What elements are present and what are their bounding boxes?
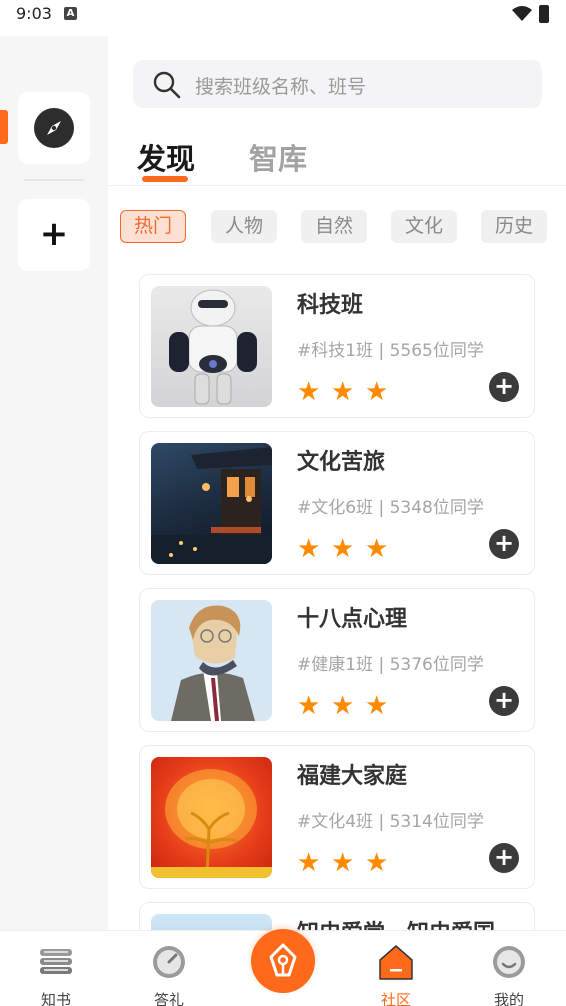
nav-item-mine[interactable]: 我的 bbox=[469, 937, 549, 1006]
nav-label-community: 社区 bbox=[380, 991, 411, 1006]
books-icon bbox=[40, 949, 72, 974]
search-icon bbox=[153, 71, 181, 99]
nav-item-answer[interactable]: 答礼 bbox=[129, 937, 209, 1006]
sidebar-item-discover[interactable] bbox=[18, 92, 90, 164]
star-icon: ★ bbox=[365, 534, 389, 564]
class-card[interactable]: 文化苦旅 #文化6班 | 5348位同学 ★ ★ ★ + bbox=[139, 431, 535, 575]
class-title: 福建大家庭 bbox=[297, 764, 408, 789]
nav-label-answer: 答礼 bbox=[153, 991, 184, 1006]
compass-icon bbox=[34, 108, 74, 148]
sidebar-item-add[interactable]: + bbox=[18, 199, 90, 271]
class-thumbnail bbox=[151, 914, 272, 930]
tab-discover[interactable]: 发现 bbox=[137, 136, 195, 178]
class-title: 十八点心理 bbox=[297, 607, 408, 632]
sidebar: + bbox=[0, 36, 108, 930]
tab-bar: 发现 智库 bbox=[108, 134, 566, 186]
notification-icon: A bbox=[64, 7, 77, 20]
class-meta: #文化6班 | 5348位同学 bbox=[297, 498, 484, 518]
house-icon bbox=[379, 945, 413, 980]
star-icon: ★ bbox=[331, 534, 355, 564]
class-card[interactable]: 福建大家庭 #文化4班 | 5314位同学 ★ ★ ★ + bbox=[139, 745, 535, 889]
nav-label-books: 知书 bbox=[40, 991, 71, 1006]
status-time: 9:03 bbox=[16, 4, 52, 23]
gauge-icon bbox=[153, 946, 185, 978]
class-card[interactable]: 知史爱党，知史爱国 bbox=[139, 902, 535, 930]
class-title: 知史爱党，知史爱国 bbox=[297, 915, 495, 930]
star-icon: ★ bbox=[331, 377, 355, 407]
search-placeholder: 搜索班级名称、班号 bbox=[195, 76, 367, 98]
star-icon: ★ bbox=[365, 377, 389, 407]
class-meta: #健康1班 | 5376位同学 bbox=[297, 655, 484, 675]
chip-culture[interactable]: 文化 bbox=[391, 210, 457, 243]
chip-nature[interactable]: 自然 bbox=[301, 210, 367, 243]
star-icon: ★ bbox=[365, 848, 389, 878]
class-meta: #科技1班 | 5565位同学 bbox=[297, 341, 484, 361]
class-thumbnail bbox=[151, 757, 272, 878]
search-input[interactable]: 搜索班级名称、班号 bbox=[133, 60, 542, 108]
chip-hot[interactable]: 热门 bbox=[120, 210, 186, 243]
star-icon: ★ bbox=[331, 691, 355, 721]
wifi-icon bbox=[512, 6, 532, 21]
rating-stars: ★ ★ ★ bbox=[297, 536, 399, 562]
center-action-button[interactable] bbox=[245, 923, 321, 999]
rating-stars: ★ ★ ★ bbox=[297, 379, 399, 405]
battery-icon bbox=[539, 5, 549, 23]
star-icon: ★ bbox=[331, 848, 355, 878]
status-bar: 9:03 A bbox=[0, 0, 566, 30]
rating-stars: ★ ★ ★ bbox=[297, 850, 399, 876]
join-class-button[interactable]: + bbox=[489, 372, 519, 402]
star-icon: ★ bbox=[297, 534, 321, 564]
pen-icon bbox=[269, 943, 297, 977]
tab-underline bbox=[142, 176, 188, 182]
nav-item-community[interactable]: 社区 bbox=[356, 937, 436, 1006]
chip-history[interactable]: 历史 bbox=[481, 210, 547, 243]
class-thumbnail bbox=[151, 443, 272, 564]
class-card[interactable]: 科技班 #科技1班 | 5565位同学 ★ ★ ★ + bbox=[139, 274, 535, 418]
nav-item-books[interactable]: 知书 bbox=[16, 937, 96, 1006]
plus-icon: + bbox=[39, 214, 69, 254]
nav-label-mine: 我的 bbox=[493, 991, 524, 1006]
star-icon: ★ bbox=[297, 377, 321, 407]
tab-library[interactable]: 智库 bbox=[249, 136, 307, 178]
class-card[interactable]: 十八点心理 #健康1班 | 5376位同学 ★ ★ ★ + bbox=[139, 588, 535, 732]
join-class-button[interactable]: + bbox=[489, 686, 519, 716]
category-chips: 热门 人物 自然 文化 历史 bbox=[108, 210, 566, 244]
class-meta: #文化4班 | 5314位同学 bbox=[297, 812, 484, 832]
smile-icon bbox=[493, 946, 525, 978]
join-class-button[interactable]: + bbox=[489, 843, 519, 873]
class-thumbnail bbox=[151, 286, 272, 407]
class-title: 科技班 bbox=[297, 293, 364, 318]
main-content: 搜索班级名称、班号 发现 智库 热门 人物 自然 文化 历史 科技班 #科技1班… bbox=[108, 36, 566, 930]
star-icon: ★ bbox=[365, 691, 389, 721]
class-thumbnail bbox=[151, 600, 272, 721]
sidebar-active-indicator bbox=[0, 110, 8, 144]
star-icon: ★ bbox=[297, 691, 321, 721]
join-class-button[interactable]: + bbox=[489, 529, 519, 559]
sidebar-divider bbox=[24, 179, 84, 181]
class-title: 文化苦旅 bbox=[297, 450, 386, 475]
chip-people[interactable]: 人物 bbox=[211, 210, 277, 243]
star-icon: ★ bbox=[297, 848, 321, 878]
rating-stars: ★ ★ ★ bbox=[297, 693, 399, 719]
bottom-nav: 知书 答礼 社区 我的 bbox=[0, 923, 566, 1006]
